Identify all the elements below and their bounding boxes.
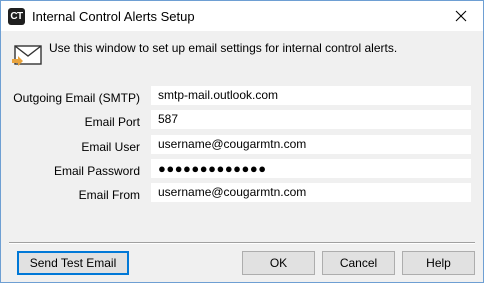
envelope-arrow-icon — [12, 45, 42, 66]
info-text: Use this window to set up email settings… — [49, 41, 398, 55]
password-input[interactable]: ●●●●●●●●●●●●● — [150, 158, 472, 179]
user-label: Email User — [81, 140, 140, 154]
window-title: Internal Control Alerts Setup — [32, 9, 195, 24]
user-input[interactable]: username@cougarmtn.com — [150, 134, 472, 155]
close-icon — [455, 10, 467, 22]
from-input[interactable]: username@cougarmtn.com — [150, 182, 472, 203]
smtp-input[interactable]: smtp-mail.outlook.com — [150, 85, 472, 106]
ok-button[interactable]: OK — [242, 251, 315, 275]
password-label: Email Password — [53, 164, 140, 178]
help-button[interactable]: Help — [402, 251, 475, 275]
port-input[interactable]: 587 — [150, 109, 472, 130]
close-button[interactable] — [439, 1, 483, 31]
cancel-button[interactable]: Cancel — [322, 251, 395, 275]
port-label: Email Port — [84, 115, 140, 129]
from-label: Email From — [78, 188, 140, 202]
smtp-label: Outgoing Email (SMTP) — [13, 91, 140, 105]
footer-divider — [9, 242, 475, 244]
title-bar[interactable]: CT Internal Control Alerts Setup — [1, 1, 483, 31]
info-banner: Use this window to set up email settings… — [1, 31, 483, 73]
app-logo-icon: CT — [8, 8, 25, 25]
send-test-email-button[interactable]: Send Test Email — [17, 251, 129, 275]
dialog-window: CT Internal Control Alerts Setup Use thi… — [0, 0, 484, 283]
